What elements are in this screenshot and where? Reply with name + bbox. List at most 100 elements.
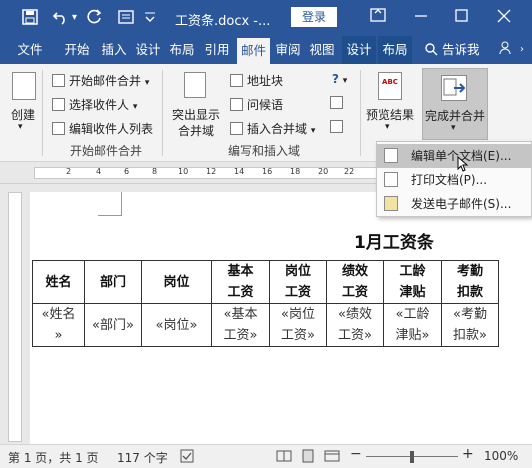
word-count[interactable]: 117 个字	[117, 449, 168, 466]
redo-icon[interactable]	[87, 9, 103, 29]
tab-view[interactable]: 视图	[306, 36, 338, 64]
minimize-icon[interactable]	[414, 7, 428, 27]
table-header-cell[interactable]: 岗位 工资	[269, 260, 327, 304]
table-header-cell[interactable]: 工龄 津贴	[383, 260, 442, 304]
document-page[interactable]: 1月工资条 姓名 部门 岗位 基本 工资 岗位 工资 绩效 工资 工龄 津贴 考…	[30, 192, 532, 444]
table-header-cell[interactable]: 部门	[84, 260, 142, 304]
edit-document-icon	[384, 148, 398, 163]
print-preview-icon[interactable]	[118, 9, 134, 29]
login-button[interactable]: 登录	[291, 7, 337, 27]
menu-item-edit-documents[interactable]: 编辑单个文档(E)...	[377, 144, 531, 172]
menu-item-print-documents[interactable]: 打印文档(P)...	[377, 168, 531, 192]
table-cell[interactable]: «部门»	[84, 303, 142, 347]
select-recipients-button[interactable]: 选择收件人 ▾	[52, 96, 137, 113]
zoom-level[interactable]: 100%	[484, 449, 518, 463]
create-button[interactable]: 创建	[11, 106, 35, 123]
insert-merge-field-button[interactable]: 插入合并域 ▾	[230, 120, 315, 137]
search-icon	[425, 43, 438, 56]
web-layout-icon[interactable]	[324, 449, 340, 466]
ribbon-scroll-right-icon[interactable]: ›	[516, 36, 528, 64]
finish-merge-icon	[441, 75, 467, 101]
table-header-cell[interactable]: 岗位	[141, 260, 212, 304]
edit-list-icon	[52, 122, 65, 135]
tab-table-layout[interactable]: 布局	[378, 36, 412, 64]
document-heading: 1月工资条	[354, 233, 434, 253]
table-cell[interactable]: «考勤 扣款»	[441, 303, 499, 347]
save-icon[interactable]	[22, 9, 38, 29]
print-layout-icon[interactable]	[300, 449, 316, 466]
customize-qat-icon[interactable]	[144, 9, 156, 29]
tab-layout[interactable]: 布局	[166, 36, 198, 64]
table-header-cell[interactable]: 绩效 工资	[326, 260, 384, 304]
page-count[interactable]: 第 1 页，共 1 页	[8, 449, 99, 466]
tab-design[interactable]: 设计	[132, 36, 164, 64]
group-label-write-insert: 编写和插入域	[228, 144, 301, 158]
tab-file[interactable]: 文件	[8, 36, 52, 64]
recipients-icon	[52, 98, 65, 111]
select-recipients-label: 选择收件人	[69, 98, 130, 112]
tab-mailings[interactable]: 邮件	[237, 38, 270, 64]
preview-results-icon: ABC	[378, 72, 402, 100]
zoom-slider-thumb[interactable]	[410, 451, 414, 463]
zoom-in-button[interactable]: +	[462, 446, 474, 462]
table-cell[interactable]: «岗位 工资»	[269, 303, 327, 347]
edit-recipients-button[interactable]: 编辑收件人列表	[52, 120, 153, 137]
maximize-icon[interactable]	[455, 7, 469, 27]
tab-table-design[interactable]: 设计	[342, 36, 376, 64]
highlight-fields-label-2: 合并域	[178, 124, 215, 138]
tab-references[interactable]: 引用	[200, 36, 234, 64]
table-header-cell[interactable]: 姓名	[32, 260, 85, 304]
preview-results-button[interactable]: 预览结果	[366, 106, 414, 123]
group-separator	[360, 70, 361, 156]
group-separator	[162, 70, 163, 156]
start-merge-button[interactable]: 开始邮件合并 ▾	[52, 72, 149, 89]
undo-dropdown-icon[interactable]: ▾	[72, 12, 77, 23]
address-block-button[interactable]: 地址块	[230, 72, 283, 89]
undo-icon[interactable]	[52, 9, 70, 29]
tab-insert[interactable]: 插入	[98, 36, 130, 64]
tab-review[interactable]: 审阅	[272, 36, 304, 64]
salary-table[interactable]: 姓名 部门 岗位 基本 工资 岗位 工资 绩效 工资 工龄 津贴 考勤 扣款 «…	[32, 260, 499, 347]
finish-merge-button[interactable]: 完成并合并 ▾	[422, 68, 488, 140]
address-block-label: 地址块	[247, 74, 284, 88]
tab-home[interactable]: 开始	[60, 36, 94, 64]
vertical-ruler[interactable]	[0, 184, 30, 444]
greeting-line-button[interactable]: 问候语	[230, 96, 283, 113]
menu-item-send-email[interactable]: 发送电子邮件(S)...	[377, 192, 531, 216]
chevron-down-icon: ▾	[451, 123, 456, 133]
document-icon	[52, 74, 65, 87]
table-row: «姓名 » «部门» «岗位» «基本 工资» «岗位 工资» «绩效 工资» …	[32, 303, 499, 347]
zoom-out-button[interactable]: −	[350, 446, 362, 462]
finish-merge-menu: 编辑单个文档(E)... 打印文档(P)... 发送电子邮件(S)...	[376, 141, 532, 217]
table-header-cell[interactable]: 基本 工资	[211, 260, 270, 304]
ruler-number: 8	[152, 167, 158, 176]
rules-button[interactable]: ? ▾	[332, 72, 347, 86]
status-bar: 第 1 页，共 1 页 117 个字 − + 100%	[0, 444, 532, 468]
ruler-number: 10	[178, 167, 189, 176]
update-labels-icon	[330, 120, 343, 133]
ruler-track	[8, 192, 22, 442]
table-cell[interactable]: «绩效 工资»	[326, 303, 384, 347]
read-mode-icon[interactable]	[276, 449, 292, 466]
document-title: 工资条.docx -...	[175, 14, 271, 29]
table-header-cell[interactable]: 考勤 扣款	[441, 260, 499, 304]
ruler-number: 2	[66, 167, 72, 176]
close-icon[interactable]	[497, 7, 511, 27]
print-icon	[384, 172, 398, 187]
document-area: 1月工资条 姓名 部门 岗位 基本 工资 岗位 工资 绩效 工资 工龄 津贴 考…	[30, 184, 532, 444]
menu-item-label: 打印文档(P)...	[411, 173, 488, 187]
update-labels-button[interactable]	[330, 120, 347, 134]
table-cell[interactable]: «岗位»	[141, 303, 212, 347]
ruler-number: 4	[96, 167, 102, 176]
table-cell[interactable]: «工龄 津贴»	[383, 303, 442, 347]
account-icon[interactable]	[498, 36, 512, 64]
merge-field-icon	[230, 122, 243, 135]
tell-me[interactable]: 告诉我	[425, 36, 480, 64]
proofing-icon[interactable]	[180, 449, 196, 466]
ribbon-display-options-icon[interactable]	[370, 7, 386, 27]
match-fields-button[interactable]	[330, 96, 347, 110]
table-cell[interactable]: «姓名 »	[32, 303, 85, 347]
table-cell[interactable]: «基本 工资»	[211, 303, 270, 347]
highlight-fields-button[interactable]: 突出显示	[172, 106, 220, 123]
group-label-start-merge: 开始邮件合并	[70, 144, 143, 158]
